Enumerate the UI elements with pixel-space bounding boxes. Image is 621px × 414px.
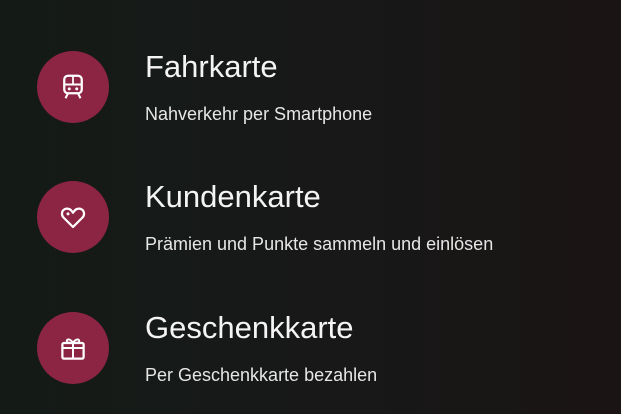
list-item-subtitle: Nahverkehr per Smartphone	[145, 104, 373, 124]
list-item-subtitle: Per Geschenkkarte bezahlen	[145, 365, 378, 385]
list-item-title: Fahrkarte	[145, 49, 278, 84]
list-item-title: Kundenkarte	[145, 179, 321, 214]
list-item-fahrkarte[interactable]: Fahrkarte Nahverkehr per Smartphone	[0, 27, 621, 147]
kundenkarte-icon-circle	[37, 181, 109, 253]
list-item-subtitle: Prämien und Punkte sammeln und einlösen	[145, 234, 494, 254]
list-item-kundenkarte[interactable]: Kundenkarte Prämien und Punkte sammeln u…	[0, 157, 621, 277]
geschenkkarte-icon-circle	[37, 312, 109, 384]
list-item-title: Geschenkkarte	[145, 310, 354, 345]
fahrkarte-icon-circle	[37, 51, 109, 123]
card-type-list: Fahrkarte Nahverkehr per Smartphone Kund…	[0, 0, 621, 414]
heart-tag-icon	[58, 202, 88, 232]
gift-icon	[58, 333, 88, 363]
list-item-geschenkkarte[interactable]: Geschenkkarte Per Geschenkkarte bezahlen	[0, 288, 621, 408]
train-icon	[58, 72, 88, 102]
